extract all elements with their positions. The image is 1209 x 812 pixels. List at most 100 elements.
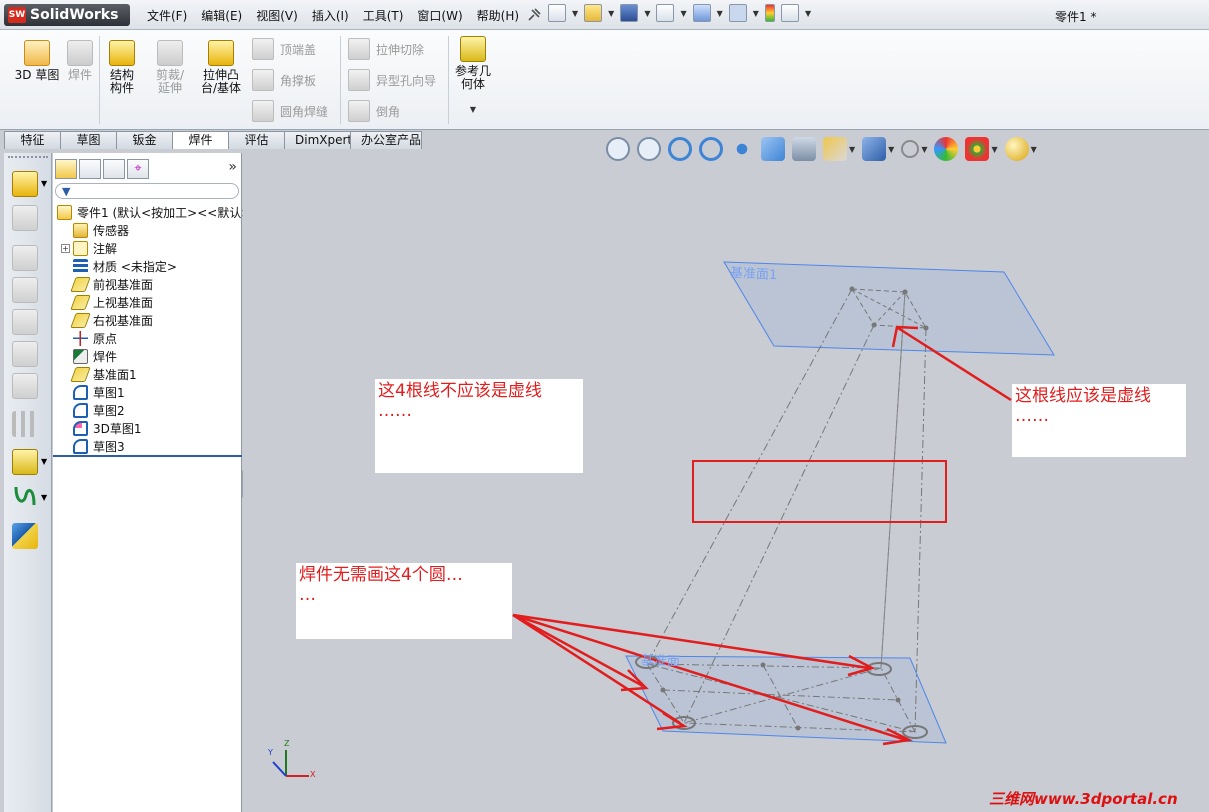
tree-item[interactable]: 草图3: [53, 437, 242, 455]
chevron-down-icon[interactable]: ▼: [608, 9, 614, 18]
chevron-down-icon[interactable]: ▼: [452, 103, 494, 116]
chevron-down-icon[interactable]: ▼: [41, 457, 47, 466]
trim-extend-icon[interactable]: [12, 205, 38, 231]
tree-item[interactable]: + 注解: [53, 239, 242, 257]
extruded-cut-icon[interactable]: [12, 309, 38, 335]
structural-member-button[interactable]: 结构构件: [102, 40, 142, 95]
menu-window[interactable]: 窗口(W): [410, 7, 469, 24]
reference-geometry-button[interactable]: 参考几何体 ▼: [452, 36, 494, 116]
view-orientation-icon[interactable]: [823, 137, 847, 161]
menu-tools[interactable]: 工具(T): [356, 7, 411, 24]
tree-item[interactable]: 草图2: [53, 401, 242, 419]
structural-member-icon[interactable]: [12, 171, 38, 197]
tree-item[interactable]: 原点: [53, 329, 242, 347]
tree-item[interactable]: 右视基准面: [53, 311, 242, 329]
gusset-icon[interactable]: [12, 277, 38, 303]
open-icon[interactable]: [584, 4, 603, 22]
toolbar-grip[interactable]: [8, 156, 48, 159]
menu-help[interactable]: 帮助(H): [470, 7, 526, 24]
expand-icon[interactable]: +: [61, 243, 70, 253]
sketch3d-button[interactable]: 3D 草图: [14, 40, 60, 82]
options-icon[interactable]: [780, 4, 799, 22]
graphics-area[interactable]: 基准面1 基准面 Y Z X: [243, 150, 1209, 812]
tree-item[interactable]: 零件1 (默认<按加工><<默认>: [53, 203, 251, 221]
extruded-boss-button[interactable]: 拉伸凸台/基体: [198, 40, 244, 95]
section-view-icon[interactable]: [761, 137, 785, 161]
view-settings-icon[interactable]: [1004, 137, 1029, 161]
previous-view-icon[interactable]: [668, 137, 692, 161]
display-style-icon[interactable]: [862, 137, 887, 161]
chevron-down-icon[interactable]: ▼: [888, 145, 894, 154]
chevron-down-icon[interactable]: ▼: [805, 9, 811, 18]
end-cap-button[interactable]: 顶端盖: [252, 38, 316, 60]
tab-features[interactable]: 特征: [4, 131, 61, 149]
apply-scene-icon[interactable]: [965, 137, 990, 161]
rotate-view-icon[interactable]: [699, 137, 723, 161]
tab-weldments[interactable]: 焊件: [172, 131, 229, 149]
undo-icon[interactable]: [692, 4, 711, 22]
tab-sheet-metal[interactable]: 钣金: [116, 131, 173, 149]
chevron-down-icon[interactable]: ▼: [1031, 145, 1037, 154]
zoom-to-fit-icon[interactable]: [606, 137, 630, 161]
weldment-button[interactable]: 焊件: [64, 40, 96, 82]
chevron-down-icon[interactable]: ▼: [41, 179, 47, 188]
chevron-down-icon[interactable]: ▼: [717, 9, 723, 18]
menu-view[interactable]: 视图(V): [249, 7, 305, 24]
tree-item[interactable]: 传感器: [53, 221, 242, 239]
tree-item[interactable]: 焊件: [53, 347, 242, 365]
tab-office-products[interactable]: 办公室产品: [350, 131, 422, 149]
chevron-down-icon[interactable]: ▼: [41, 493, 47, 502]
end-cap-icon[interactable]: [12, 245, 38, 271]
configuration-manager-tab-icon[interactable]: [103, 159, 125, 179]
chevron-down-icon[interactable]: ▼: [921, 145, 927, 154]
print-icon[interactable]: [656, 4, 675, 22]
tree-item[interactable]: 草图1: [53, 383, 242, 401]
measure-icon[interactable]: [12, 523, 38, 549]
new-icon[interactable]: [548, 4, 566, 22]
tab-sketch[interactable]: 草图: [60, 131, 117, 149]
curves-icon[interactable]: [12, 483, 38, 509]
chamfer-button[interactable]: 倒角: [348, 100, 400, 122]
tree-item[interactable]: 基准面1: [53, 365, 242, 383]
tree-item[interactable]: 上视基准面: [53, 293, 242, 311]
chevron-down-icon[interactable]: ▼: [753, 9, 759, 18]
chevron-down-icon[interactable]: ▼: [572, 9, 578, 18]
dynamic-annotation-icon[interactable]: [792, 137, 816, 161]
menu-insert[interactable]: 插入(I): [305, 7, 356, 24]
pin-icon[interactable]: [526, 7, 542, 23]
extruded-cut-button[interactable]: 拉伸切除: [348, 38, 424, 60]
dimxpert-manager-tab-icon[interactable]: ⌖: [127, 159, 149, 179]
zoom-to-area-icon[interactable]: [637, 137, 661, 161]
chevron-down-icon[interactable]: ▼: [680, 9, 686, 18]
property-manager-tab-icon[interactable]: [79, 159, 101, 179]
tree-item[interactable]: 前视基准面: [53, 275, 242, 293]
chevron-down-icon[interactable]: ▼: [991, 145, 997, 154]
chamfer-icon[interactable]: [12, 341, 38, 367]
tree-filter[interactable]: ▼: [55, 183, 239, 199]
reference-geometry-icon[interactable]: [12, 449, 38, 475]
rebuild-icon[interactable]: [764, 4, 775, 22]
hide-show-items-icon[interactable]: [901, 140, 920, 158]
trim-extend-button[interactable]: 剪裁/延伸: [148, 40, 192, 95]
chevron-down-icon[interactable]: ▼: [644, 9, 650, 18]
pattern-icon[interactable]: [12, 411, 38, 437]
pan-icon[interactable]: [730, 137, 754, 161]
feature-tree-tab-icon[interactable]: [55, 159, 77, 179]
save-icon[interactable]: [620, 4, 639, 22]
tab-evaluate[interactable]: 评估: [228, 131, 285, 149]
edit-appearance-icon[interactable]: [934, 137, 959, 161]
tab-dimxpert[interactable]: DimXpert: [284, 131, 352, 149]
hole-wizard-icon[interactable]: [12, 373, 38, 399]
menu-edit[interactable]: 编辑(E): [194, 7, 249, 24]
gusset-button[interactable]: 角撑板: [252, 69, 316, 91]
double-chevron-right-icon[interactable]: »: [228, 159, 237, 175]
chevron-down-icon[interactable]: ▼: [849, 145, 855, 154]
app-logo[interactable]: SW SolidWorks: [4, 4, 130, 26]
rollback-bar[interactable]: [53, 455, 242, 457]
select-icon[interactable]: [728, 4, 747, 22]
tree-item[interactable]: 材质 <未指定>: [53, 257, 242, 275]
hole-wizard-button[interactable]: 异型孔向导: [348, 69, 436, 91]
tree-item[interactable]: 3D草图1: [53, 419, 242, 437]
menu-file[interactable]: 文件(F): [140, 7, 194, 24]
fillet-bead-button[interactable]: 圆角焊缝: [252, 100, 328, 122]
